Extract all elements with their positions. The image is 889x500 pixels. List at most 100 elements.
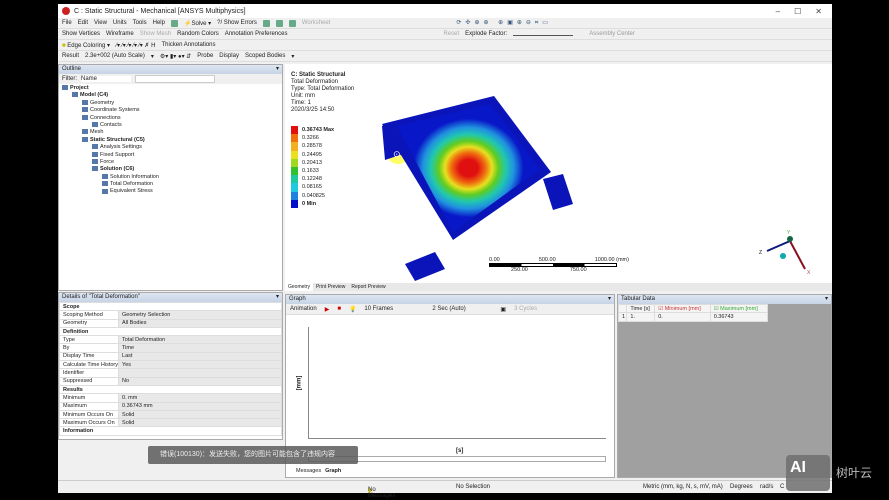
viewport-tabs: Geometry Print Preview Report Preview bbox=[285, 283, 832, 291]
tree-item[interactable]: Solution (C6) bbox=[62, 166, 279, 173]
details-row[interactable]: Results bbox=[59, 384, 282, 395]
tree-node-icon bbox=[82, 107, 88, 113]
tree-item[interactable]: Coordinate Systems bbox=[62, 107, 279, 114]
details-row[interactable]: Definition bbox=[59, 326, 282, 337]
frames-dropdown[interactable]: 10 Frames bbox=[364, 306, 424, 312]
tabular-table: Time [s] ☑ Minimum [mm] ☑ Maximum [mm] 1 1.… bbox=[617, 303, 769, 322]
result-tools-icons[interactable]: ⚙▾ ▮▾ ●▾ ⇵ bbox=[160, 53, 191, 60]
view-tools-icons[interactable]: ⟳✣⊕⊕ ⊕▣⊕⊖⌗▭ bbox=[456, 19, 552, 27]
duration-dropdown[interactable]: 2 Sec (Auto) bbox=[432, 306, 492, 312]
tree-item[interactable]: Total Deformation bbox=[62, 181, 279, 188]
tab-messages[interactable]: Messages bbox=[296, 468, 321, 474]
show-mesh-button[interactable]: Show Mesh bbox=[140, 31, 171, 37]
tree-item[interactable]: Connections bbox=[62, 115, 279, 122]
menu-help[interactable]: Help bbox=[153, 20, 165, 26]
details-row[interactable]: Information bbox=[59, 426, 282, 436]
graphics-viewport[interactable]: C: Static Structural Total Deformation Typ… bbox=[285, 64, 832, 291]
tool-icon[interactable] bbox=[262, 19, 270, 27]
filter-dropdown[interactable]: Name bbox=[81, 76, 131, 82]
tool-icon[interactable] bbox=[288, 19, 296, 27]
maximize-button[interactable]: ☐ bbox=[794, 7, 801, 16]
menu-file[interactable]: File bbox=[62, 20, 72, 26]
worksheet-button[interactable]: Worksheet bbox=[302, 20, 331, 26]
tree-item[interactable]: Mesh bbox=[62, 129, 279, 136]
details-row[interactable]: Geometry All Bodies bbox=[58, 318, 282, 328]
display-label: Display bbox=[219, 53, 239, 59]
show-vertices-button[interactable]: Show Vertices bbox=[62, 31, 100, 37]
details-row[interactable]: Display Time Last bbox=[58, 351, 282, 362]
cycles-button[interactable]: 3 Cycles bbox=[514, 306, 537, 312]
status-bar: ▮ No Messages No Selection Metric (mm, k… bbox=[58, 480, 832, 499]
tree-item[interactable]: Geometry bbox=[62, 100, 279, 107]
tree-node-icon bbox=[62, 85, 68, 91]
tree-node-icon bbox=[92, 151, 98, 157]
play-button[interactable]: ▶ bbox=[325, 306, 330, 313]
units-status[interactable]: Metric (mm, kg, N, s, mV, mA) bbox=[643, 484, 723, 490]
menu-tools[interactable]: Tools bbox=[133, 20, 147, 26]
edge-tools-icons[interactable]: ⁄▾ ⁄▾ ⁄▾ ⁄▾ ⁄▾ ✗ H bbox=[116, 42, 155, 49]
solve-button[interactable]: ⚡Solve ▾ bbox=[184, 20, 211, 27]
title-bar: C : Static Structural - Mechanical [ANSY… bbox=[58, 4, 832, 18]
tree-item[interactable]: Solution Information bbox=[62, 174, 279, 181]
tool-icon[interactable] bbox=[275, 19, 283, 27]
thicken-annotations-button[interactable]: Thicken Annotations bbox=[161, 42, 215, 48]
selection-status: No Selection bbox=[456, 484, 491, 490]
tab-report-preview[interactable]: Report Preview bbox=[348, 283, 388, 291]
annotation-preferences-button[interactable]: Annotation Preferences bbox=[225, 31, 288, 37]
tree-item[interactable]: Static Structural (C5) bbox=[62, 137, 279, 144]
edge-coloring-button[interactable]: ■ Edge Coloring ▾ bbox=[62, 42, 110, 49]
result-toolbar: Result 2.3e+002 (Auto Scale) ▾ ⚙▾ ▮▾ ●▾ ⇵… bbox=[58, 51, 832, 62]
minimize-button[interactable]: – bbox=[776, 7, 780, 16]
tab-geometry[interactable]: Geometry bbox=[285, 283, 313, 291]
details-row[interactable]: Calculate Time History Yes bbox=[58, 360, 282, 370]
menu-edit[interactable]: Edit bbox=[78, 20, 88, 26]
show-errors-button[interactable]: ?/ Show Errors bbox=[217, 20, 257, 26]
details-row[interactable]: Scope bbox=[59, 301, 282, 312]
degrees-status[interactable]: Degrees bbox=[730, 484, 753, 490]
details-row[interactable]: Minimum Occurs On Solid bbox=[58, 409, 282, 420]
tree-item[interactable]: Project bbox=[62, 85, 279, 92]
model-view[interactable]: ⊙ bbox=[285, 64, 832, 284]
export-icon[interactable]: ▣ bbox=[500, 306, 506, 313]
display-dropdown[interactable]: Scoped Bodies bbox=[245, 53, 285, 59]
col-time: Time [s] bbox=[626, 303, 656, 314]
details-row[interactable]: Maximum 0.36743 mm bbox=[58, 401, 282, 411]
details-row[interactable]: Minimum 0. mm bbox=[58, 393, 282, 403]
svg-text:⊙: ⊙ bbox=[393, 149, 401, 159]
bulb-icon[interactable]: 💡 bbox=[349, 306, 356, 313]
details-row[interactable]: Maximum Occurs On Solid bbox=[58, 418, 282, 428]
rads-status[interactable]: rad/s bbox=[760, 484, 773, 490]
col-minimum[interactable]: ☑ Minimum [mm] bbox=[654, 303, 711, 314]
tree-item[interactable]: Contacts bbox=[62, 122, 279, 129]
details-row[interactable]: Scoping Method Geometry Selection bbox=[58, 310, 282, 320]
tree-item[interactable]: Model (C4) bbox=[62, 92, 279, 99]
details-panel: Details of "Total Deformation" ▾ Scope Sco… bbox=[58, 292, 283, 440]
refresh-icon[interactable] bbox=[170, 19, 178, 27]
wireframe-button[interactable]: Wireframe bbox=[106, 31, 134, 37]
stop-button[interactable]: ■ bbox=[337, 306, 341, 312]
menu-units[interactable]: Units bbox=[113, 20, 127, 26]
tree-node-icon bbox=[92, 144, 98, 150]
close-button[interactable]: ✕ bbox=[815, 7, 822, 16]
details-row[interactable]: Identifier bbox=[58, 368, 282, 378]
tab-print-preview[interactable]: Print Preview bbox=[313, 283, 348, 291]
tree-node-icon bbox=[82, 136, 88, 142]
random-colors-button[interactable]: Random Colors bbox=[177, 31, 219, 37]
explode-factor-slider[interactable] bbox=[513, 32, 574, 36]
scale-dropdown[interactable]: 2.3e+002 (Auto Scale) bbox=[85, 53, 145, 59]
details-row[interactable]: Suppressed No bbox=[58, 376, 282, 386]
tree-item[interactable]: Analysis Settings bbox=[62, 144, 279, 151]
tab-graph[interactable]: Graph bbox=[325, 468, 341, 474]
tree-item[interactable]: Equivalent Stress bbox=[62, 188, 279, 195]
svg-text:Y: Y bbox=[787, 230, 791, 236]
tree-item[interactable]: Fixed Support bbox=[62, 152, 279, 159]
reset-button[interactable]: Reset bbox=[443, 31, 459, 37]
col-maximum[interactable]: ☑ Maximum [mm] bbox=[709, 303, 769, 314]
menu-view[interactable]: View bbox=[94, 20, 107, 26]
tree-item[interactable]: Force bbox=[62, 159, 279, 166]
details-row[interactable]: By Time bbox=[58, 343, 282, 353]
probe-button[interactable]: Probe bbox=[197, 53, 213, 59]
assembly-center-dropdown[interactable]: Assembly Center bbox=[589, 31, 635, 37]
search-input[interactable] bbox=[135, 75, 215, 83]
details-row[interactable]: Type Total Deformation bbox=[58, 335, 282, 345]
